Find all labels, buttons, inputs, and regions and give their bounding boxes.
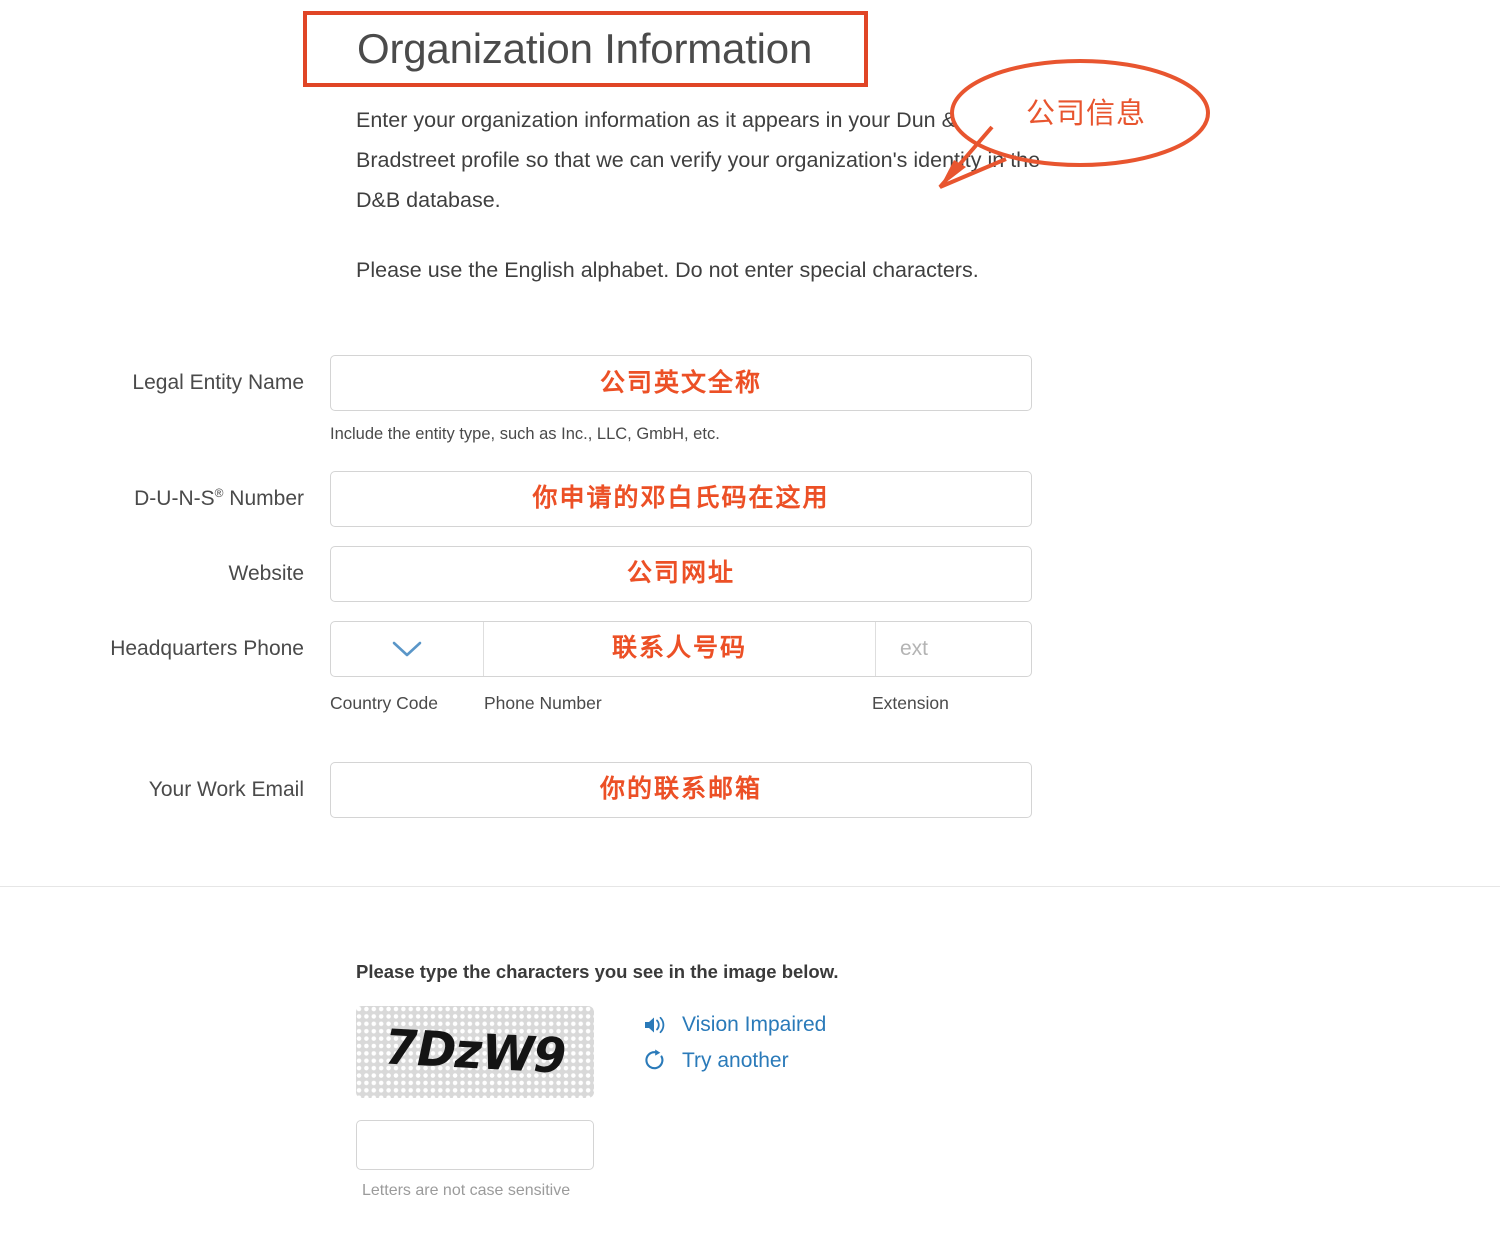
label-website: Website [228,561,304,585]
intro-paragraph-1: Enter your organization information as i… [356,108,1041,212]
sub-label-phone-number: Phone Number [484,692,602,713]
phone-number-input[interactable]: 联系人号码 [484,622,875,676]
headquarters-phone-group: 联系人号码 ext [330,620,1032,677]
row-headquarters-phone: Headquarters Phone 联系人号码 ext Country Cod… [0,620,1500,717]
intro-paragraph-2: Please use the English alphabet. Do not … [356,258,979,282]
captcha-prompt: Please type the characters you see in th… [356,961,839,982]
label-duns-tail: Number [223,486,304,510]
field-col-work-email: 你的联系邮箱 [330,761,1032,818]
country-code-select[interactable] [331,621,484,676]
legal-entity-name-help-text: Include the entity type, such as Inc., L… [330,425,720,443]
label-headquarters-phone: Headquarters Phone [110,636,304,660]
captcha-note: Letters are not case sensitive [362,1181,571,1199]
captcha-links: Vision Impaired Try another [642,1006,826,1084]
page-title: Organization Information [357,25,813,72]
website-input[interactable]: 公司网址 [330,545,1032,602]
label-duns-main: D-U-N-S [134,486,215,510]
legal-entity-name-input[interactable]: 公司英文全称 [330,355,1032,411]
captcha-image: 7DzW9 [356,1005,594,1098]
try-another-link[interactable]: Try another [642,1048,826,1074]
vision-impaired-link[interactable]: Vision Impaired [642,1012,826,1038]
captcha-section: Please type the characters you see in th… [356,961,1256,1199]
duns-number-input[interactable]: 你申请的邓白氏码在这用 [330,470,1032,527]
label-duns-number: D-U-N-S® Number [0,471,330,527]
legal-entity-name-annotation: 公司英文全称 [599,368,762,397]
phone-number-annotation: 联系人号码 [611,634,747,662]
row-legal-entity-name: Legal Entity Name 公司英文全称 Include the ent… [0,355,1500,443]
sub-label-country-code: Country Code [330,692,438,713]
label-work-email: Your Work Email [148,777,304,801]
phone-sub-labels: Country Code Phone Number Extension [330,693,1032,717]
field-col-legal-entity-name: 公司英文全称 Include the entity type, such as … [330,355,1032,443]
page-title-highlight-box: Organization Information [303,11,868,87]
refresh-icon [642,1048,668,1074]
chevron-down-icon [392,641,422,656]
try-another-label: Try another [682,1049,789,1072]
work-email-input[interactable]: 你的联系邮箱 [330,761,1032,818]
duns-number-annotation: 你申请的邓白氏码在这用 [532,484,830,512]
website-annotation: 公司网址 [626,559,735,587]
vision-impaired-label: Vision Impaired [682,1013,827,1036]
row-work-email: Your Work Email 你的联系邮箱 [0,761,1500,818]
organization-form: Legal Entity Name 公司英文全称 Include the ent… [0,355,1500,818]
work-email-annotation: 你的联系邮箱 [599,775,762,803]
field-col-website: 公司网址 [330,545,1032,602]
field-col-headquarters-phone: 联系人号码 ext Country Code Phone Number Exte… [330,620,1032,717]
field-col-duns-number: 你申请的邓白氏码在这用 [330,470,1032,527]
organization-information-page: Organization Information Enter your orga… [0,0,1500,1240]
captcha-text-input[interactable] [356,1119,594,1170]
speaker-icon [642,1012,668,1038]
intro-text-block: Enter your organization information as i… [356,100,1056,290]
label-legal-entity-name: Legal Entity Name [132,371,304,394]
extension-placeholder: ext [900,636,929,660]
row-website: Website 公司网址 [0,545,1500,602]
extension-input[interactable]: ext [875,621,1031,676]
annotation-bubble-label: 公司信息 [1026,98,1147,130]
sub-label-extension: Extension [872,692,949,713]
captcha-row: 7DzW9 Vision Impaired Try another [356,1005,1256,1098]
captcha-characters: 7DzW9 [378,1018,572,1085]
row-duns-number: D-U-N-S® Number 你申请的邓白氏码在这用 [0,470,1500,527]
section-divider [0,886,1500,887]
